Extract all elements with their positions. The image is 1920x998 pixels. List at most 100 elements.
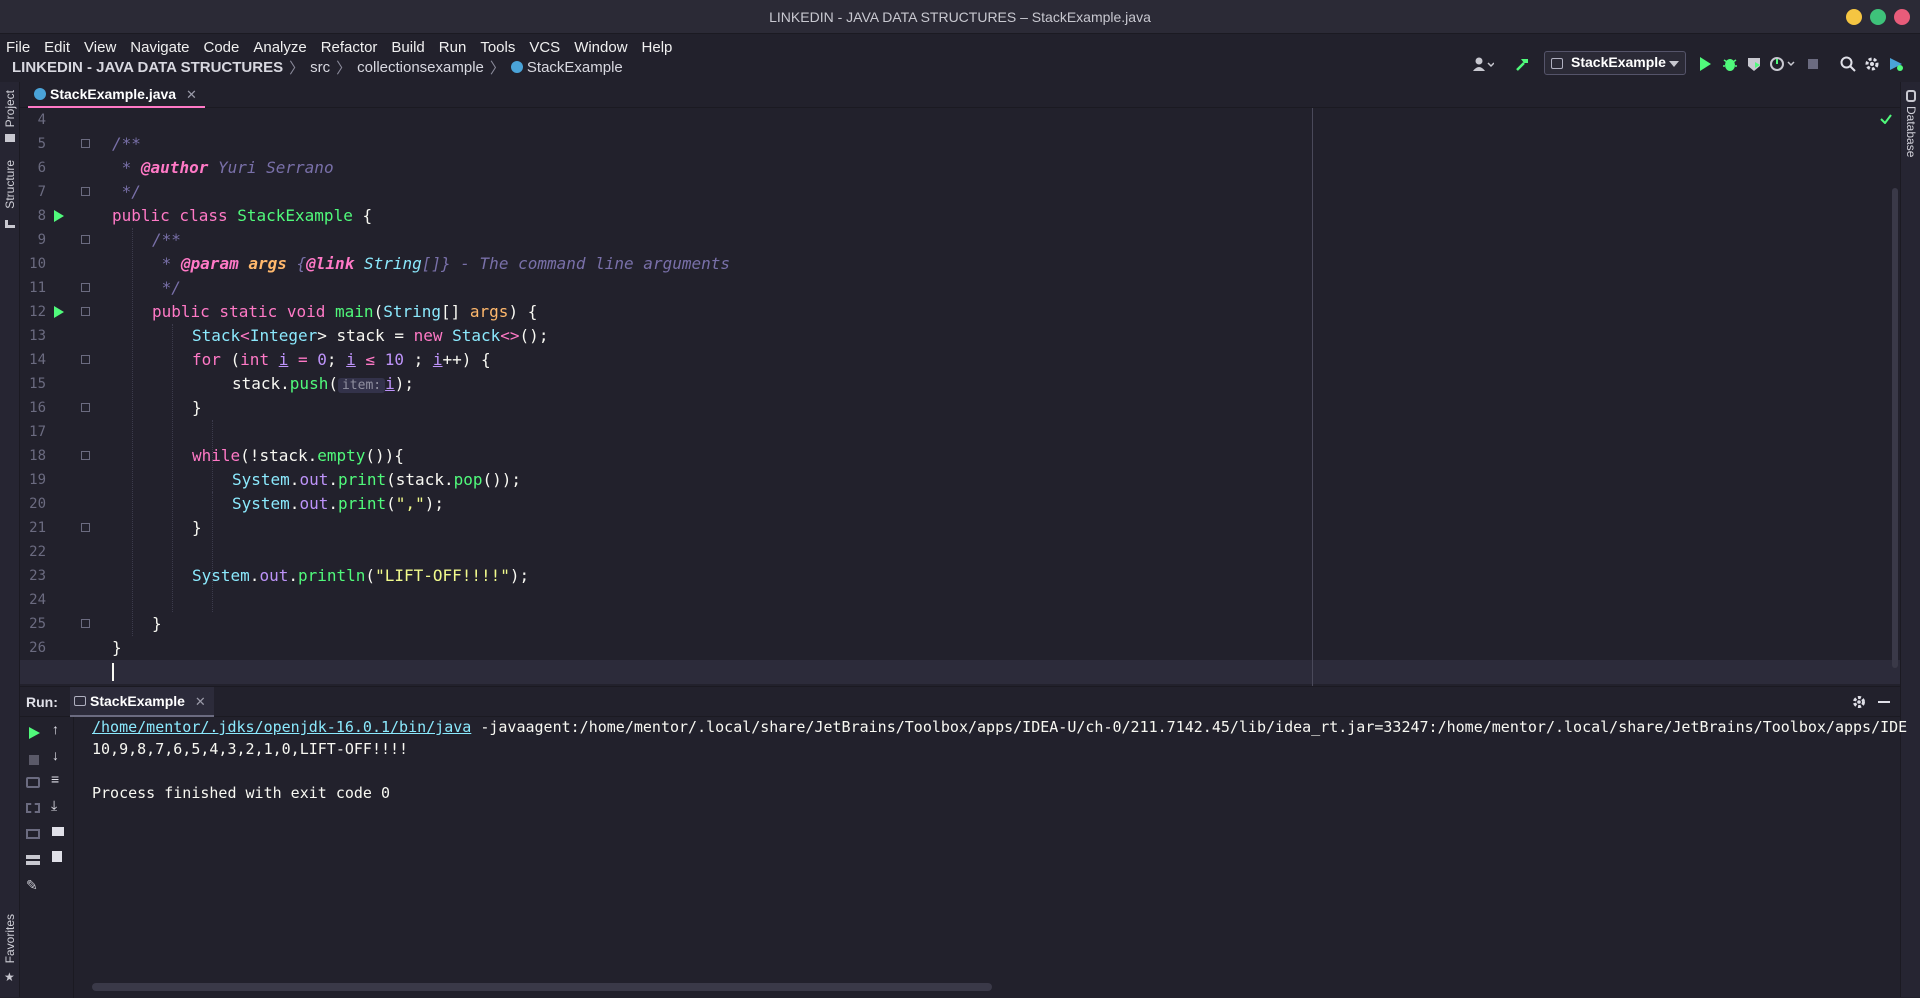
code-line-14: for (int i = 0; i ≤ 10 ; i++) { bbox=[192, 350, 491, 369]
breadcrumb: LINKEDIN - JAVA DATA STRUCTURES 〉 src 〉 … bbox=[12, 56, 623, 78]
fold-marker[interactable] bbox=[81, 283, 90, 292]
fold-marker[interactable] bbox=[81, 307, 90, 316]
current-line-highlight bbox=[20, 660, 1900, 684]
code-line-5: /** bbox=[112, 134, 141, 153]
pin-icon[interactable]: ✎ bbox=[26, 877, 38, 894]
code-line-18: while(!stack.empty()){ bbox=[192, 446, 404, 465]
minimize-panel-icon[interactable] bbox=[1878, 701, 1890, 703]
minimize-button[interactable] bbox=[1846, 9, 1862, 25]
fold-marker[interactable] bbox=[81, 619, 90, 628]
star-icon: ★ bbox=[4, 970, 15, 984]
menu-code[interactable]: Code bbox=[203, 39, 239, 56]
title-bar: LINKEDIN - JAVA DATA STRUCTURES – StackE… bbox=[0, 0, 1920, 34]
line-number: 9 bbox=[37, 232, 46, 248]
debug-icon[interactable] bbox=[1722, 56, 1738, 72]
config-icon bbox=[1551, 58, 1563, 69]
folder-icon bbox=[5, 134, 15, 142]
editor-scrollbar[interactable] bbox=[1892, 188, 1898, 668]
camera-icon[interactable] bbox=[26, 777, 40, 788]
maximize-button[interactable] bbox=[1870, 9, 1886, 25]
trash-icon[interactable] bbox=[52, 851, 62, 862]
fold-marker[interactable] bbox=[81, 523, 90, 532]
exit-icon[interactable] bbox=[26, 829, 40, 839]
search-icon[interactable] bbox=[1840, 56, 1856, 72]
fold-marker[interactable] bbox=[81, 139, 90, 148]
profile-icon[interactable] bbox=[1770, 56, 1796, 72]
structure-icon bbox=[5, 220, 15, 228]
database-tool-tab[interactable]: Database bbox=[1904, 106, 1918, 157]
fold-marker[interactable] bbox=[81, 403, 90, 412]
text-cursor bbox=[112, 663, 114, 681]
menu-build[interactable]: Build bbox=[391, 39, 424, 56]
line-number: 16 bbox=[29, 400, 46, 416]
database-icon bbox=[1906, 90, 1916, 102]
settings-icon[interactable] bbox=[26, 803, 40, 813]
breadcrumb-src[interactable]: src bbox=[310, 59, 330, 76]
stop-icon[interactable] bbox=[29, 755, 39, 765]
menu-tools[interactable]: Tools bbox=[480, 39, 515, 56]
code-line-6: * @author Yuri Serrano bbox=[112, 158, 334, 177]
menu-analyze[interactable]: Analyze bbox=[253, 39, 306, 56]
fold-marker[interactable] bbox=[81, 451, 90, 460]
arrow-down-icon[interactable]: ↓ bbox=[52, 747, 59, 763]
rerun-icon[interactable] bbox=[28, 727, 40, 739]
code-editor[interactable]: 4 5 6 7 8 9 10 11 12 13 14 15 16 17 18 1… bbox=[20, 108, 1900, 686]
project-tool-tab[interactable]: Project bbox=[3, 90, 17, 127]
indent-guide bbox=[172, 324, 173, 612]
breadcrumb-package[interactable]: collectionsexample bbox=[357, 59, 484, 76]
soft-wrap-icon[interactable]: ≡ bbox=[51, 771, 59, 787]
scroll-to-end-icon[interactable]: ⤓ bbox=[51, 797, 57, 814]
gear-icon[interactable] bbox=[1864, 56, 1880, 72]
arrow-up-icon[interactable]: ↑ bbox=[52, 721, 59, 737]
menu-view[interactable]: View bbox=[84, 39, 116, 56]
run-icon[interactable] bbox=[1698, 56, 1712, 72]
fold-marker[interactable] bbox=[81, 235, 90, 244]
close-tab-icon[interactable]: ✕ bbox=[186, 87, 197, 102]
indent-guide bbox=[132, 228, 133, 636]
print-icon[interactable] bbox=[52, 827, 64, 836]
breadcrumb-separator: 〉 bbox=[336, 59, 352, 77]
run-gutter-icon[interactable] bbox=[54, 306, 64, 318]
structure-tool-tab[interactable]: Structure bbox=[3, 160, 17, 209]
tab-label: StackExample.java bbox=[50, 86, 177, 102]
line-number: 11 bbox=[29, 280, 46, 296]
menu-refactor[interactable]: Refactor bbox=[321, 39, 378, 56]
user-icon[interactable] bbox=[1472, 57, 1494, 71]
menu-window[interactable]: Window bbox=[574, 39, 627, 56]
menu-file[interactable]: File bbox=[6, 39, 30, 56]
fold-marker[interactable] bbox=[81, 187, 90, 196]
layout-icon[interactable] bbox=[26, 855, 40, 865]
run-toolbar-secondary: ↑ ↓ ≡ ⤓ bbox=[44, 717, 74, 998]
java-class-icon bbox=[34, 88, 46, 100]
coverage-icon[interactable] bbox=[1746, 56, 1762, 72]
fold-marker[interactable] bbox=[81, 355, 90, 364]
console-exit-message: Process finished with exit code 0 bbox=[92, 784, 391, 802]
menu-edit[interactable]: Edit bbox=[44, 39, 70, 56]
stop-icon[interactable] bbox=[1808, 59, 1818, 69]
build-hammer-icon[interactable] bbox=[1514, 57, 1530, 73]
close-tab-icon[interactable]: ✕ bbox=[195, 694, 206, 709]
line-number: 18 bbox=[29, 448, 46, 464]
breadcrumb-separator: 〉 bbox=[289, 59, 305, 77]
run-gutter-icon[interactable] bbox=[54, 210, 64, 222]
code-line-7: */ bbox=[112, 182, 141, 201]
breadcrumb-project[interactable]: LINKEDIN - JAVA DATA STRUCTURES bbox=[12, 59, 283, 76]
run-tab-stackexample[interactable]: StackExample ✕ bbox=[70, 687, 214, 717]
console-horizontal-scrollbar[interactable] bbox=[92, 983, 992, 991]
tab-stackexample-java[interactable]: StackExample.java ✕ bbox=[28, 82, 205, 108]
close-button[interactable] bbox=[1894, 9, 1910, 25]
code-line-16: } bbox=[192, 398, 202, 417]
java-path-link[interactable]: /home/mentor/.jdks/openjdk-16.0.1/bin/ja… bbox=[92, 718, 471, 736]
code-with-me-icon[interactable] bbox=[1888, 56, 1904, 72]
inspection-ok-icon[interactable] bbox=[1880, 114, 1892, 124]
gear-icon[interactable] bbox=[1852, 695, 1866, 709]
menu-help[interactable]: Help bbox=[642, 39, 673, 56]
code-line-23: System.out.println("LIFT-OFF!!!!"); bbox=[192, 566, 530, 585]
line-number: 8 bbox=[37, 208, 46, 224]
menu-run[interactable]: Run bbox=[439, 39, 467, 56]
breadcrumb-class[interactable]: StackExample bbox=[527, 59, 623, 76]
run-config-select[interactable]: StackExample bbox=[1544, 51, 1686, 75]
menu-vcs[interactable]: VCS bbox=[529, 39, 560, 56]
favorites-tool-tab[interactable]: Favorites bbox=[3, 914, 17, 963]
menu-navigate[interactable]: Navigate bbox=[130, 39, 189, 56]
